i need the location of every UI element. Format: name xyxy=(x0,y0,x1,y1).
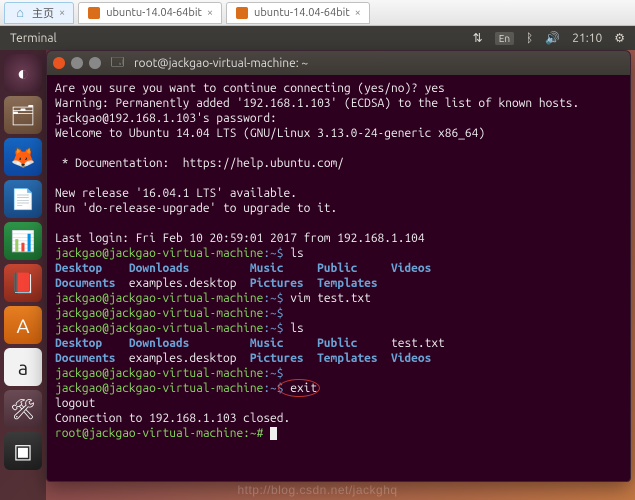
host-tab-vm1[interactable]: ubuntu-14.04-64bit × xyxy=(78,2,222,24)
prompt-user: jackgao@jackgao-virtual-machine xyxy=(55,367,263,380)
tab-label: ubuntu-14.04-64bit xyxy=(254,7,350,19)
network-icon[interactable]: ⇅ xyxy=(473,31,483,45)
ubuntu-desktop: Terminal ⇅ En ᛒ 🔊 21:10 ⚙ ◐ 🗂 🦊 📄 📊 📕 A … xyxy=(0,26,635,500)
prompt-user: jackgao@jackgao-virtual-machine xyxy=(55,382,263,395)
term-line: Welcome to Ubuntu 14.04 LTS (GNU/Linux 3… xyxy=(55,127,485,140)
host-tab-vm2[interactable]: ubuntu-14.04-64bit × xyxy=(226,2,370,24)
prompt-user: jackgao@jackgao-virtual-machine xyxy=(55,322,263,335)
term-line: logout xyxy=(55,397,95,410)
term-line: * Documentation: https://help.ubuntu.com… xyxy=(55,157,344,170)
prompt-path: :~$ xyxy=(263,307,283,320)
terminal-icon[interactable]: ▣ xyxy=(4,432,42,470)
unity-launcher: ◐ 🗂 🦊 📄 📊 📕 A a 🛠 ▣ xyxy=(0,50,46,500)
term-cmd-exit: exit xyxy=(284,381,318,396)
home-icon: ⌂ xyxy=(13,6,27,20)
prompt-root: root@jackgao-virtual-machine:~# xyxy=(55,427,263,440)
term-cmd: ls xyxy=(284,247,304,260)
window-minimize-icon[interactable] xyxy=(71,57,83,69)
close-icon[interactable]: × xyxy=(59,7,65,19)
host-tab-bar: ⌂ 主页 × ubuntu-14.04-64bit × ubuntu-14.04… xyxy=(0,0,635,26)
ls-output: examples.desktop xyxy=(129,352,250,365)
term-cmd: vim test.txt xyxy=(284,292,371,305)
language-indicator[interactable]: En xyxy=(495,32,514,45)
firefox-icon[interactable]: 🦊 xyxy=(4,138,42,176)
top-panel: Terminal ⇅ En ᛒ 🔊 21:10 ⚙ xyxy=(0,26,635,50)
term-line: Are you sure you want to continue connec… xyxy=(55,82,445,95)
amazon-icon[interactable]: a xyxy=(4,348,42,386)
ls-output: Pictures Templates Videos xyxy=(250,352,431,365)
prompt-user: jackgao@jackgao-virtual-machine xyxy=(55,307,263,320)
tab-label: ubuntu-14.04-64bit xyxy=(106,7,202,19)
window-close-icon[interactable] xyxy=(53,57,65,69)
ls-output: Documents xyxy=(55,277,129,290)
term-line: Run 'do-release-upgrade' to upgrade to i… xyxy=(55,202,337,215)
term-line: Warning: Permanently added '192.168.1.10… xyxy=(55,97,579,110)
terminal-title: root@jackgao-virtual-machine: ~ xyxy=(134,57,308,70)
impress-icon[interactable]: 📕 xyxy=(4,264,42,302)
ls-output: Documents xyxy=(55,352,129,365)
writer-icon[interactable]: 📄 xyxy=(4,180,42,218)
tab-label: 主页 xyxy=(32,5,54,21)
close-icon[interactable]: × xyxy=(355,7,361,19)
term-cmd: ls xyxy=(284,322,304,335)
vm-icon xyxy=(87,6,101,20)
host-tab-home[interactable]: ⌂ 主页 × xyxy=(4,2,74,24)
gear-icon[interactable]: ⚙ xyxy=(614,31,625,45)
settings-icon[interactable]: 🛠 xyxy=(4,390,42,428)
prompt-path: :~$ xyxy=(263,367,283,380)
term-line: New release '16.04.1 LTS' available. xyxy=(55,187,297,200)
prompt-user: jackgao@jackgao-virtual-machine xyxy=(55,292,263,305)
panel-app-title: Terminal xyxy=(10,32,473,45)
terminal-window: 🗔 root@jackgao-virtual-machine: ~ Are yo… xyxy=(46,50,631,482)
cursor xyxy=(270,427,277,440)
bluetooth-icon[interactable]: ᛒ xyxy=(526,32,533,45)
terminal-titlebar[interactable]: 🗔 root@jackgao-virtual-machine: ~ xyxy=(47,51,630,75)
calc-icon[interactable]: 📊 xyxy=(4,222,42,260)
window-maximize-icon[interactable] xyxy=(89,57,101,69)
watermark: http://blog.csdn.net/jackghq xyxy=(0,483,635,497)
ls-output: Desktop Downloads Music Public Videos xyxy=(55,262,431,275)
prompt-path: :~$ xyxy=(263,322,283,335)
files-icon[interactable]: 🗂 xyxy=(4,96,42,134)
ls-output: Desktop Downloads Music Public xyxy=(55,337,391,350)
vm-icon xyxy=(235,6,249,20)
ls-output: examples.desktop xyxy=(129,277,250,290)
term-line: Last login: Fri Feb 10 20:59:01 2017 fro… xyxy=(55,232,425,245)
dash-icon[interactable]: ◐ xyxy=(4,54,42,92)
volume-icon[interactable]: 🔊 xyxy=(545,31,560,45)
ls-output: Pictures Templates xyxy=(250,277,378,290)
close-icon[interactable]: × xyxy=(207,7,213,19)
prompt-path: :~$ xyxy=(263,292,283,305)
term-line: jackgao@192.168.1.103's password: xyxy=(55,112,277,125)
ls-output: test.txt xyxy=(391,337,445,350)
clock[interactable]: 21:10 xyxy=(572,32,602,45)
panel-indicators: ⇅ En ᛒ 🔊 21:10 ⚙ xyxy=(473,31,625,45)
software-center-icon[interactable]: A xyxy=(4,306,42,344)
terminal-body[interactable]: Are you sure you want to continue connec… xyxy=(47,75,630,481)
terminal-emblem-icon: 🗔 xyxy=(111,53,124,74)
prompt-path: :~$ xyxy=(263,247,283,260)
term-line: Connection to 192.168.1.103 closed. xyxy=(55,412,290,425)
prompt-user: jackgao@jackgao-virtual-machine xyxy=(55,247,263,260)
